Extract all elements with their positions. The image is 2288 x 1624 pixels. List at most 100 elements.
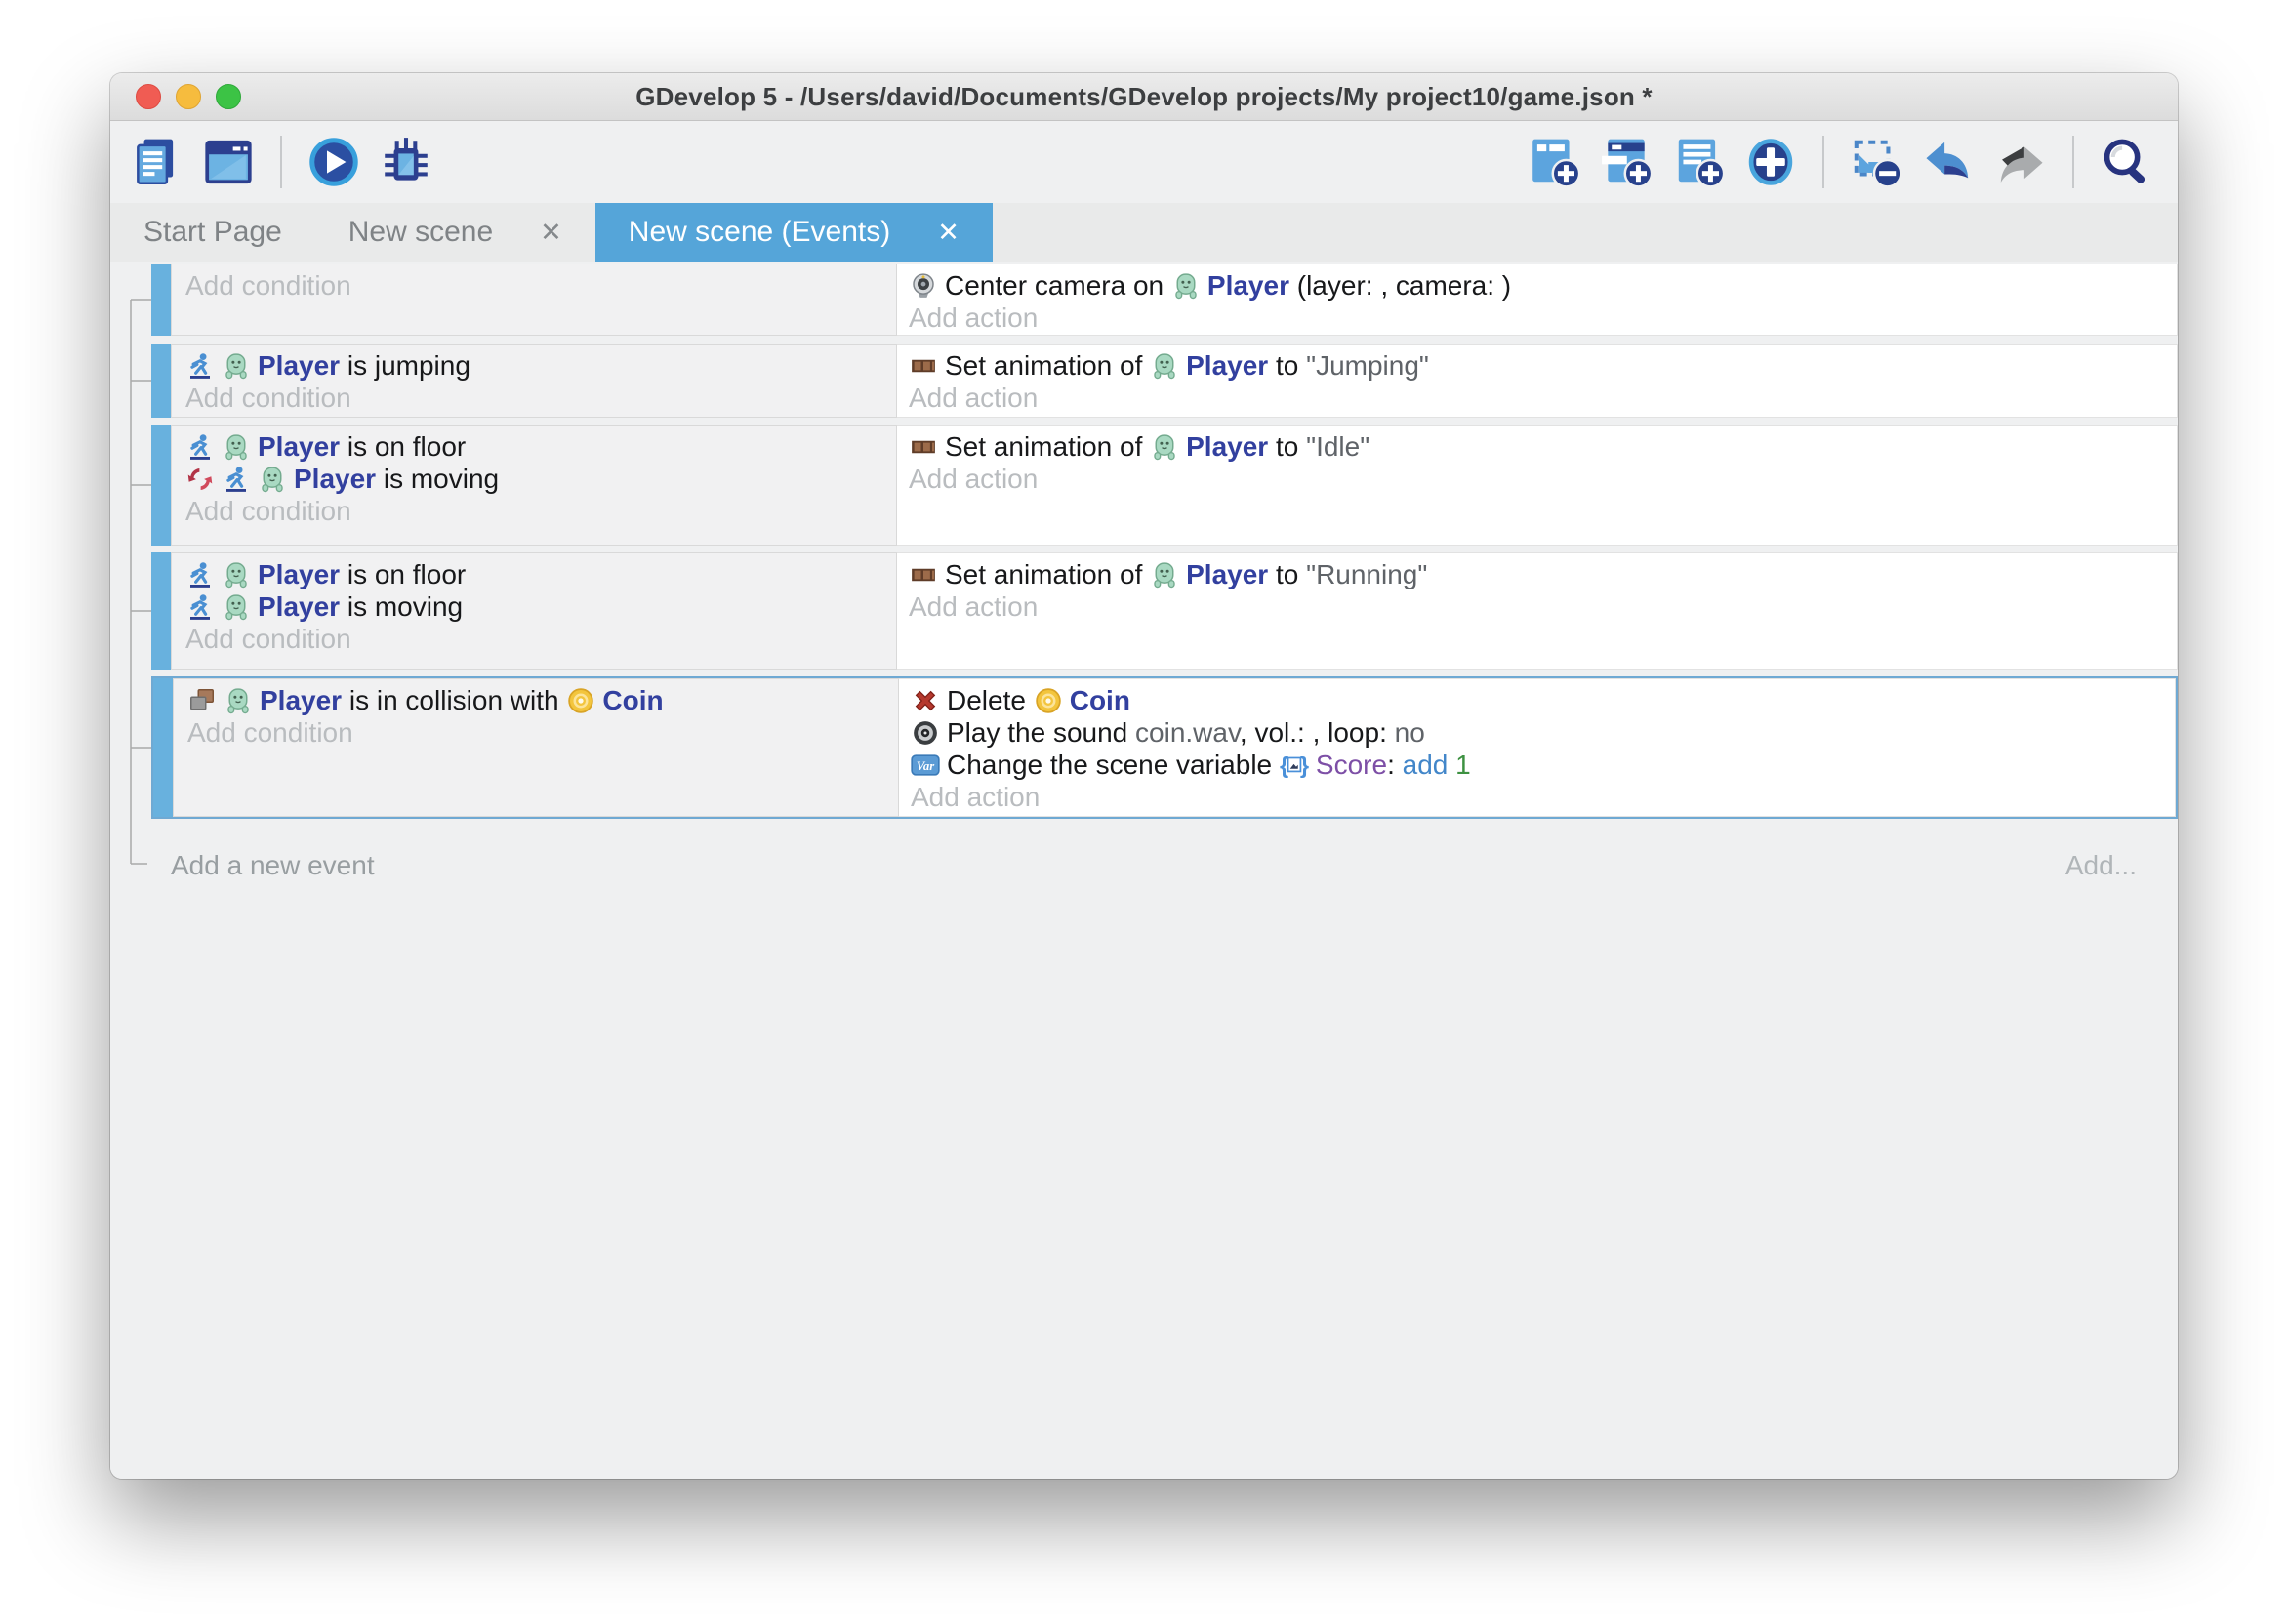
- add-action-button[interactable]: Add action: [909, 382, 2165, 414]
- add-condition-button[interactable]: Add condition: [187, 716, 884, 749]
- player-icon: [222, 592, 251, 622]
- var-icon: Var: [911, 751, 940, 780]
- add-condition-button[interactable]: Add condition: [185, 382, 882, 414]
- event-drag-bar[interactable]: [153, 678, 173, 817]
- event-drag-bar[interactable]: [151, 425, 171, 546]
- gdevelop-window: GDevelop 5 - /Users/david/Documents/GDev…: [110, 73, 2178, 1479]
- event-row-2[interactable]: Player is jumpingAdd conditionSet animat…: [151, 344, 2178, 418]
- add-action-button[interactable]: Add action: [911, 781, 2163, 813]
- undo-button[interactable]: [1918, 132, 1979, 192]
- delete-selection-button[interactable]: [1846, 132, 1906, 192]
- event-row-4[interactable]: Player is on floorPlayer is movingAdd co…: [151, 552, 2178, 670]
- platformer-icon: [185, 560, 215, 589]
- speaker-icon: [911, 718, 940, 748]
- tab-new-scene-events-[interactable]: New scene (Events)✕: [595, 203, 993, 262]
- platformer-icon: [222, 465, 251, 494]
- close-tab-icon[interactable]: ✕: [540, 220, 562, 246]
- add-more-button[interactable]: Add...: [2065, 850, 2137, 881]
- svg-text:Var: Var: [917, 759, 935, 773]
- action-line[interactable]: Delete Coin: [911, 684, 2163, 716]
- event-row-3[interactable]: Player is on floorPlayer is movingAdd co…: [151, 425, 2178, 546]
- actions-cell[interactable]: Set animation of Player to "Jumping"Add …: [897, 344, 2178, 418]
- action-line[interactable]: Center camera on Player (layer: , camera…: [909, 269, 2165, 302]
- event-row-5[interactable]: Player is in collision with CoinAdd cond…: [151, 676, 2178, 819]
- text-segment: Change the scene variable: [947, 750, 1280, 780]
- toolbar-separator: [2072, 136, 2074, 188]
- condition-line[interactable]: Player is jumping: [185, 349, 882, 382]
- add-condition-button[interactable]: Add condition: [185, 495, 882, 527]
- add-comment-button[interactable]: [1668, 132, 1729, 192]
- text-segment: Player: [1186, 431, 1268, 462]
- action-line[interactable]: Set animation of Player to "Running": [909, 558, 2165, 590]
- action-line[interactable]: Play the sound coin.wav, vol.: , loop: n…: [911, 716, 2163, 749]
- actions-cell[interactable]: Delete CoinPlay the sound coin.wav, vol.…: [899, 678, 2176, 817]
- minimize-window-button[interactable]: [176, 84, 201, 109]
- action-line[interactable]: VarChange the scene variable {}Score: ad…: [911, 749, 2163, 781]
- search-button[interactable]: [2096, 132, 2156, 192]
- conditions-cell[interactable]: Player is on floorPlayer is movingAdd co…: [171, 552, 897, 670]
- zoom-window-button[interactable]: [216, 84, 241, 109]
- sheet-footer: Add a new event Add...: [110, 844, 2178, 887]
- add-action-button[interactable]: Add action: [909, 590, 2165, 623]
- scene-editor-icon: [201, 135, 256, 189]
- project-manager-button[interactable]: [126, 132, 186, 192]
- action-line[interactable]: Set animation of Player to "Idle": [909, 430, 2165, 463]
- action-line[interactable]: Set animation of Player to "Jumping": [909, 349, 2165, 382]
- actions-cell[interactable]: Set animation of Player to "Running"Add …: [897, 552, 2178, 670]
- toolbar-left-group: [126, 132, 436, 192]
- add-action-button[interactable]: Add action: [909, 463, 2165, 495]
- player-icon: [222, 432, 251, 462]
- player-icon: [1150, 560, 1179, 589]
- add-event-button[interactable]: [1524, 132, 1584, 192]
- conditions-cell[interactable]: Player is on floorPlayer is movingAdd co…: [171, 425, 897, 546]
- scene-editor-button[interactable]: [198, 132, 259, 192]
- text-segment: Player: [294, 464, 376, 494]
- invert-icon: [185, 465, 215, 494]
- add-subevent-button[interactable]: [1596, 132, 1656, 192]
- close-tab-icon[interactable]: ✕: [937, 220, 960, 246]
- text-segment: Center camera on: [945, 270, 1171, 301]
- event-row-1[interactable]: Add condition Center camera on Player (la…: [151, 264, 2178, 336]
- condition-line[interactable]: Player is on floor: [185, 430, 882, 463]
- add-action-button[interactable]: Add action: [909, 302, 2165, 334]
- add-circle-button[interactable]: [1740, 132, 1801, 192]
- condition-line[interactable]: Player is on floor: [185, 558, 882, 590]
- text-segment: , vol.: , loop:: [1240, 717, 1395, 748]
- event-drag-bar[interactable]: [151, 344, 171, 418]
- text-segment: "Idle": [1306, 431, 1369, 462]
- play-button[interactable]: [304, 132, 364, 192]
- text-segment: Delete: [947, 685, 1034, 715]
- actions-cell[interactable]: Center camera on Player (layer: , camera…: [897, 264, 2178, 336]
- collision-icon: [187, 686, 217, 715]
- add-condition-button[interactable]: Add condition: [185, 269, 882, 302]
- condition-line[interactable]: Player is moving: [185, 463, 882, 495]
- player-icon: [222, 560, 251, 589]
- varchip-icon: {}: [1280, 751, 1309, 780]
- player-icon: [224, 686, 253, 715]
- add-event-icon: [1527, 135, 1581, 189]
- tab-label: Start Page: [143, 216, 282, 249]
- toolbar-separator: [280, 136, 282, 188]
- conditions-cell[interactable]: Player is jumpingAdd condition: [171, 344, 897, 418]
- play-icon: [306, 135, 361, 189]
- redo-button[interactable]: [1990, 132, 2051, 192]
- text-segment: Player: [258, 431, 340, 462]
- condition-line[interactable]: Player is in collision with Coin: [187, 684, 884, 716]
- title-bar[interactable]: GDevelop 5 - /Users/david/Documents/GDev…: [110, 73, 2178, 121]
- condition-line[interactable]: Player is moving: [185, 590, 882, 623]
- add-new-event-button[interactable]: Add a new event: [171, 850, 375, 881]
- delete-x-icon: [911, 686, 940, 715]
- conditions-cell[interactable]: Add condition: [171, 264, 897, 336]
- window-title: GDevelop 5 - /Users/david/Documents/GDev…: [635, 82, 1652, 112]
- add-condition-button[interactable]: Add condition: [185, 623, 882, 655]
- tab-new-scene[interactable]: New scene✕: [315, 203, 595, 262]
- coin-icon: [566, 686, 595, 715]
- conditions-cell[interactable]: Player is in collision with CoinAdd cond…: [173, 678, 899, 817]
- close-window-button[interactable]: [136, 84, 161, 109]
- delete-selection-icon: [1849, 135, 1903, 189]
- event-drag-bar[interactable]: [151, 264, 171, 336]
- actions-cell[interactable]: Set animation of Player to "Idle"Add act…: [897, 425, 2178, 546]
- debug-button[interactable]: [376, 132, 436, 192]
- tab-start-page[interactable]: Start Page: [110, 203, 315, 262]
- event-drag-bar[interactable]: [151, 552, 171, 670]
